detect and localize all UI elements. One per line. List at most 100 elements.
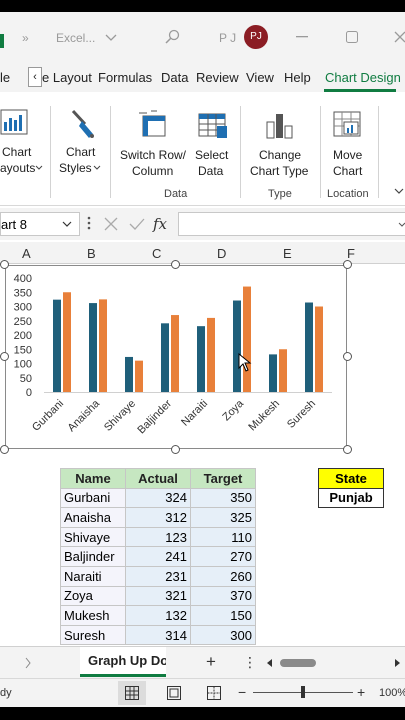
bar-series-2-zoya[interactable]	[243, 286, 251, 392]
bar-series-1-suresh[interactable]	[305, 302, 313, 392]
state-value[interactable]: Punjab	[318, 487, 384, 509]
bar-chart[interactable]: 0 50 100 150 200 250 300 350 400 Gurbani Anaisha Sh…	[6, 266, 346, 448]
cell-actual[interactable]: 132	[125, 605, 191, 626]
bar-series-1-zoya[interactable]	[233, 300, 241, 392]
page-layout-view-icon[interactable]	[167, 686, 181, 700]
resize-handle[interactable]	[343, 352, 352, 361]
expand-formula-icon[interactable]	[398, 222, 405, 228]
resize-handle[interactable]	[0, 260, 9, 269]
scroll-right-icon[interactable]	[394, 658, 402, 668]
bar-series-2-suresh[interactable]	[315, 306, 323, 393]
bar-series-2-naraiti[interactable]	[207, 317, 215, 392]
bar-series-1-gurbani[interactable]	[53, 299, 61, 392]
state-header[interactable]: State	[318, 468, 384, 489]
cell-target[interactable]: 260	[190, 565, 256, 587]
bar-series-2-mukesh[interactable]	[279, 349, 287, 392]
quick-layout-button[interactable]: Chart ayouts	[0, 96, 48, 186]
zoom-level[interactable]: 100%	[379, 687, 405, 699]
cell-actual[interactable]: 324	[125, 487, 191, 509]
select-data-button[interactable]: Select Data	[192, 96, 234, 186]
cell-name[interactable]: Zoya	[60, 585, 126, 607]
zoom-slider-thumb[interactable]	[301, 686, 305, 698]
worksheet[interactable]: 0 50 100 150 200 250 300 350 400 Gurbani Anaisha Sh…	[0, 260, 405, 646]
resize-handle[interactable]	[343, 260, 352, 269]
cancel-entry-icon[interactable]	[104, 217, 118, 231]
switch-row-column-button[interactable]: Switch Row/ Column	[116, 96, 188, 186]
cell-target[interactable]: 270	[190, 546, 256, 567]
scroll-left-icon[interactable]	[266, 658, 274, 668]
zoom-in-button[interactable]: +	[357, 684, 365, 700]
search-icon[interactable]	[165, 29, 181, 45]
cell-name[interactable]: Anaisha	[60, 507, 126, 528]
bar-series-2-baljinder[interactable]	[171, 315, 179, 392]
tab-review[interactable]: Review	[196, 70, 239, 85]
column-header[interactable]: C	[152, 246, 161, 261]
header-actual[interactable]: Actual	[125, 468, 191, 489]
move-chart-button[interactable]: Move Chart	[326, 96, 370, 186]
tab-data[interactable]: Data	[161, 70, 188, 85]
chart-styles-button[interactable]: Chart Styles	[55, 96, 107, 186]
tab-view[interactable]: View	[246, 70, 274, 85]
tab-page-layout[interactable]: e Layout	[42, 70, 92, 85]
bar-series-2-shivaye[interactable]	[135, 360, 143, 392]
column-header[interactable]: E	[283, 246, 292, 261]
back-chevron-icon[interactable]: »	[22, 31, 29, 45]
column-header[interactable]: A	[22, 246, 31, 261]
horizontal-scrollbar-thumb[interactable]	[280, 659, 316, 667]
cell-name[interactable]: Baljinder	[60, 546, 126, 567]
formula-input[interactable]	[178, 212, 405, 236]
column-header[interactable]: D	[217, 246, 226, 261]
cell-target[interactable]: 370	[190, 585, 256, 607]
cell-target[interactable]: 300	[190, 624, 256, 646]
page-break-view-icon[interactable]	[207, 686, 221, 700]
resize-handle[interactable]	[343, 445, 352, 454]
tab-help[interactable]: Help	[284, 70, 311, 85]
title-dropdown-icon[interactable]	[105, 34, 117, 42]
cell-target[interactable]: 350	[190, 487, 256, 509]
change-chart-type-button[interactable]: Change Chart Type	[246, 96, 314, 186]
column-header[interactable]: F	[347, 246, 355, 261]
tab-scroll-left-button[interactable]: ‹	[28, 67, 42, 87]
sheet-tab-active[interactable]: Graph Up Do	[80, 647, 166, 677]
column-header[interactable]: B	[87, 246, 96, 261]
cell-name[interactable]: Gurbani	[60, 487, 126, 509]
minimize-icon[interactable]	[296, 36, 308, 38]
chart-area[interactable]: 0 50 100 150 200 250 300 350 400 Gurbani Anaisha Sh…	[5, 265, 347, 449]
bar-series-1-baljinder[interactable]	[161, 323, 169, 392]
cell-name[interactable]: Shivaye	[60, 526, 126, 548]
bar-series-2-anaisha[interactable]	[99, 299, 107, 392]
resize-handle[interactable]	[171, 260, 180, 269]
name-box-dropdown-icon[interactable]	[62, 221, 72, 228]
cell-target[interactable]: 150	[190, 605, 256, 626]
confirm-entry-icon[interactable]	[129, 217, 145, 231]
bar-series-2-gurbani[interactable]	[63, 292, 71, 392]
ribbon-expand-chevron-icon[interactable]	[394, 188, 404, 195]
zoom-out-button[interactable]: −	[238, 684, 246, 700]
add-sheet-button[interactable]: +	[206, 652, 216, 672]
cell-actual[interactable]: 231	[125, 565, 191, 587]
cell-target[interactable]: 325	[190, 507, 256, 528]
close-icon[interactable]	[394, 31, 405, 43]
cell-actual[interactable]: 312	[125, 507, 191, 528]
bar-series-1-shivaye[interactable]	[125, 356, 133, 392]
cell-name[interactable]: Suresh	[60, 624, 126, 646]
tab-home[interactable]: le	[0, 70, 10, 85]
resize-handle[interactable]	[0, 445, 9, 454]
cell-actual[interactable]: 314	[125, 624, 191, 646]
tab-formulas[interactable]: Formulas	[98, 70, 152, 85]
more-vertical-icon[interactable]	[87, 216, 91, 230]
bar-series-1-mukesh[interactable]	[269, 354, 277, 392]
cell-actual[interactable]: 123	[125, 526, 191, 548]
cell-actual[interactable]: 241	[125, 546, 191, 567]
resize-handle[interactable]	[0, 352, 9, 361]
cell-actual[interactable]: 321	[125, 585, 191, 607]
bar-series-1-anaisha[interactable]	[89, 303, 97, 392]
cell-target[interactable]: 110	[190, 526, 256, 548]
cell-name[interactable]: Mukesh	[60, 605, 126, 626]
header-target[interactable]: Target	[190, 468, 256, 489]
sheet-options-button[interactable]: ⋮	[243, 654, 257, 671]
previous-sheet-icon[interactable]	[24, 657, 32, 669]
cell-name[interactable]: Naraiti	[60, 565, 126, 587]
resize-handle[interactable]	[171, 445, 180, 454]
header-name[interactable]: Name	[60, 468, 126, 489]
